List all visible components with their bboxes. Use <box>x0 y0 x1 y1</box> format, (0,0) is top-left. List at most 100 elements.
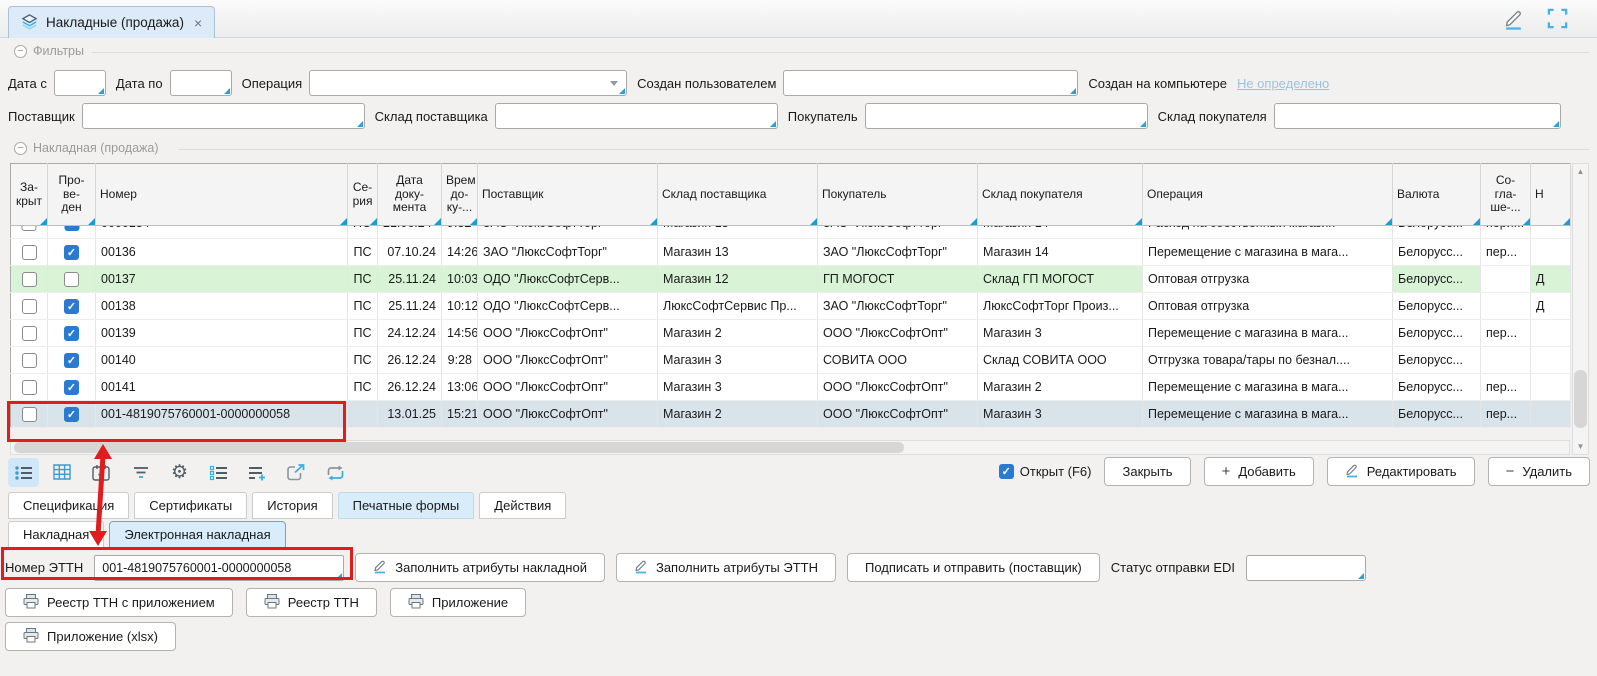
date-from-input[interactable] <box>54 70 106 96</box>
buyer-cell[interactable]: СОВИТА ООО <box>818 347 978 374</box>
posted-cell[interactable] <box>48 293 96 320</box>
closed-checkbox[interactable] <box>22 353 37 368</box>
closed-cell[interactable] <box>11 401 48 428</box>
supplier-cell[interactable]: ЗАО "ЛюксСофтТорг" <box>478 239 658 266</box>
extra-cell[interactable]: Д <box>1531 266 1571 293</box>
extra-cell[interactable] <box>1531 320 1571 347</box>
series-cell[interactable]: ПС <box>348 320 378 347</box>
col-extra[interactable]: Н <box>1531 164 1571 226</box>
time-cell[interactable]: 10:03 <box>442 266 478 293</box>
table-row[interactable]: 00137 ПС 25.11.24 10:03 ОДО "ЛюксСофтСер… <box>11 266 1571 293</box>
grid-view-icon[interactable] <box>47 458 78 487</box>
closed-checkbox[interactable] <box>22 226 37 232</box>
scroll-up-icon[interactable]: ▲ <box>1573 167 1588 176</box>
col-operation[interactable]: Операция <box>1143 164 1393 226</box>
collapse-icon[interactable]: − <box>14 45 27 58</box>
supplier-cell[interactable]: ООО "ЛюксСофтОпт" <box>478 401 658 428</box>
buyer-wh-cell[interactable]: Магазин 14 <box>978 226 1143 239</box>
posted-checkbox[interactable] <box>64 299 79 314</box>
closed-cell[interactable] <box>11 347 48 374</box>
table-row[interactable]: 001-4819075760001-0000000058 13.01.25 15… <box>11 401 1571 428</box>
operation-cell[interactable]: Перемещение с магазина в мага... <box>1143 239 1393 266</box>
posted-cell[interactable] <box>48 401 96 428</box>
col-series[interactable]: Се- рия <box>348 164 378 226</box>
series-cell[interactable]: ПС <box>348 239 378 266</box>
currency-cell[interactable]: Белорусс... <box>1393 374 1481 401</box>
closed-cell[interactable] <box>11 320 48 347</box>
extra-cell[interactable]: Д <box>1531 293 1571 320</box>
buyer-wh-input[interactable] <box>1274 103 1561 129</box>
table-row[interactable]: 00139 ПС 24.12.24 14:56 ООО "ЛюксСофтОпт… <box>11 320 1571 347</box>
col-currency[interactable]: Валюта <box>1393 164 1481 226</box>
series-cell[interactable]: ПС <box>348 226 378 239</box>
series-cell[interactable]: ПС <box>348 374 378 401</box>
operation-cell[interactable]: Оптовая отгрузка <box>1143 266 1393 293</box>
col-buyer-wh[interactable]: Склад покупателя <box>978 164 1143 226</box>
date-cell[interactable]: 21.06.24 <box>378 226 442 239</box>
collapse-icon[interactable]: − <box>14 142 27 155</box>
posted-cell[interactable] <box>48 239 96 266</box>
date-cell[interactable]: 26.12.24 <box>378 374 442 401</box>
agreement-cell[interactable] <box>1481 293 1531 320</box>
closed-checkbox[interactable] <box>22 272 37 287</box>
supplier-wh-cell[interactable]: Магазин 3 <box>658 347 818 374</box>
table-row[interactable]: 00140 ПС 26.12.24 9:28 ООО "ЛюксСофтОпт"… <box>11 347 1571 374</box>
delete-button[interactable]: −Удалить <box>1488 457 1590 486</box>
posted-checkbox[interactable] <box>64 226 79 232</box>
closed-cell[interactable] <box>11 226 48 239</box>
open-f6-checkbox[interactable]: Открыт (F6) <box>999 464 1092 479</box>
supplier-wh-cell[interactable]: Магазин 3 <box>658 374 818 401</box>
close-button[interactable]: Закрыть <box>1104 457 1190 486</box>
open-external-icon[interactable] <box>281 458 312 487</box>
posted-checkbox[interactable] <box>64 407 79 422</box>
closed-checkbox[interactable] <box>22 326 37 341</box>
extra-cell[interactable] <box>1531 374 1571 401</box>
time-cell[interactable]: 14:56 <box>442 320 478 347</box>
agreement-cell[interactable]: пер... <box>1481 401 1531 428</box>
col-buyer[interactable]: Покупатель <box>818 164 978 226</box>
table-row[interactable]: 00136 ПС 07.10.24 14:26 ЗАО "ЛюксСофтТор… <box>11 239 1571 266</box>
buyer-cell[interactable]: ГП МОГОСТ <box>818 266 978 293</box>
buyer-cell[interactable]: ООО "ЛюксСофтОпт" <box>818 374 978 401</box>
col-posted[interactable]: Про- ве- ден <box>48 164 96 226</box>
series-cell[interactable]: ПС <box>348 293 378 320</box>
date-cell[interactable]: 24.12.24 <box>378 320 442 347</box>
edit-pencil-icon[interactable] <box>1503 8 1524 35</box>
currency-cell[interactable]: Белорусс... <box>1393 293 1481 320</box>
checkbox-icon[interactable] <box>999 464 1014 479</box>
tab-actions[interactable]: Действия <box>479 492 566 519</box>
operation-cell[interactable]: Перемещение с магазина в мага... <box>1143 320 1393 347</box>
fill-invoice-attrs-button[interactable]: Заполнить атрибуты накладной <box>355 553 605 582</box>
supplier-wh-cell[interactable]: Магазин 12 <box>658 266 818 293</box>
operation-cell[interactable]: Оптовая отгрузка <box>1143 293 1393 320</box>
extra-cell[interactable] <box>1531 239 1571 266</box>
buyer-cell[interactable]: ЗАО "ЛюксСофтТорг" <box>818 293 978 320</box>
closed-checkbox[interactable] <box>22 299 37 314</box>
posted-cell[interactable] <box>48 226 96 239</box>
sign-and-send-button[interactable]: Подписать и отправить (поставщик) <box>847 553 1100 582</box>
tab-invoice[interactable]: Накладная <box>8 521 104 548</box>
supplier-cell[interactable]: ЗАО "ЛюксСофтТорг" <box>478 226 658 239</box>
agreement-cell[interactable]: пер... <box>1481 320 1531 347</box>
time-cell[interactable]: 9:32 <box>442 226 478 239</box>
posted-cell[interactable] <box>48 347 96 374</box>
maximize-icon[interactable] <box>1546 7 1569 35</box>
supplier-input[interactable] <box>82 103 365 129</box>
ettn-number-input[interactable]: 001-4819075760001-0000000058 <box>94 555 344 581</box>
tab-specification[interactable]: Спецификация <box>8 492 129 519</box>
buyer-wh-cell[interactable]: Магазин 14 <box>978 239 1143 266</box>
created-on-link[interactable]: Не определено <box>1237 76 1329 91</box>
close-tab-icon[interactable]: × <box>194 15 202 31</box>
operation-cell[interactable]: Перемещение с магазина в мага... <box>1143 374 1393 401</box>
date-cell[interactable]: 25.11.24 <box>378 266 442 293</box>
posted-checkbox[interactable] <box>64 380 79 395</box>
agreement-cell[interactable]: пер... <box>1481 374 1531 401</box>
extra-cell[interactable] <box>1531 401 1571 428</box>
table-row[interactable]: 00138 ПС 25.11.24 10:12 ОДО "ЛюксСофтСер… <box>11 293 1571 320</box>
col-doc-time[interactable]: Врем до- ку-... <box>442 164 478 226</box>
closed-cell[interactable] <box>11 239 48 266</box>
numbered-list-icon[interactable] <box>203 458 234 487</box>
col-supplier[interactable]: Поставщик <box>478 164 658 226</box>
number-cell[interactable]: 001-4819075760001-0000000058 <box>96 401 348 428</box>
table-row[interactable]: 00141 ПС 26.12.24 13:06 ООО "ЛюксСофтОпт… <box>11 374 1571 401</box>
